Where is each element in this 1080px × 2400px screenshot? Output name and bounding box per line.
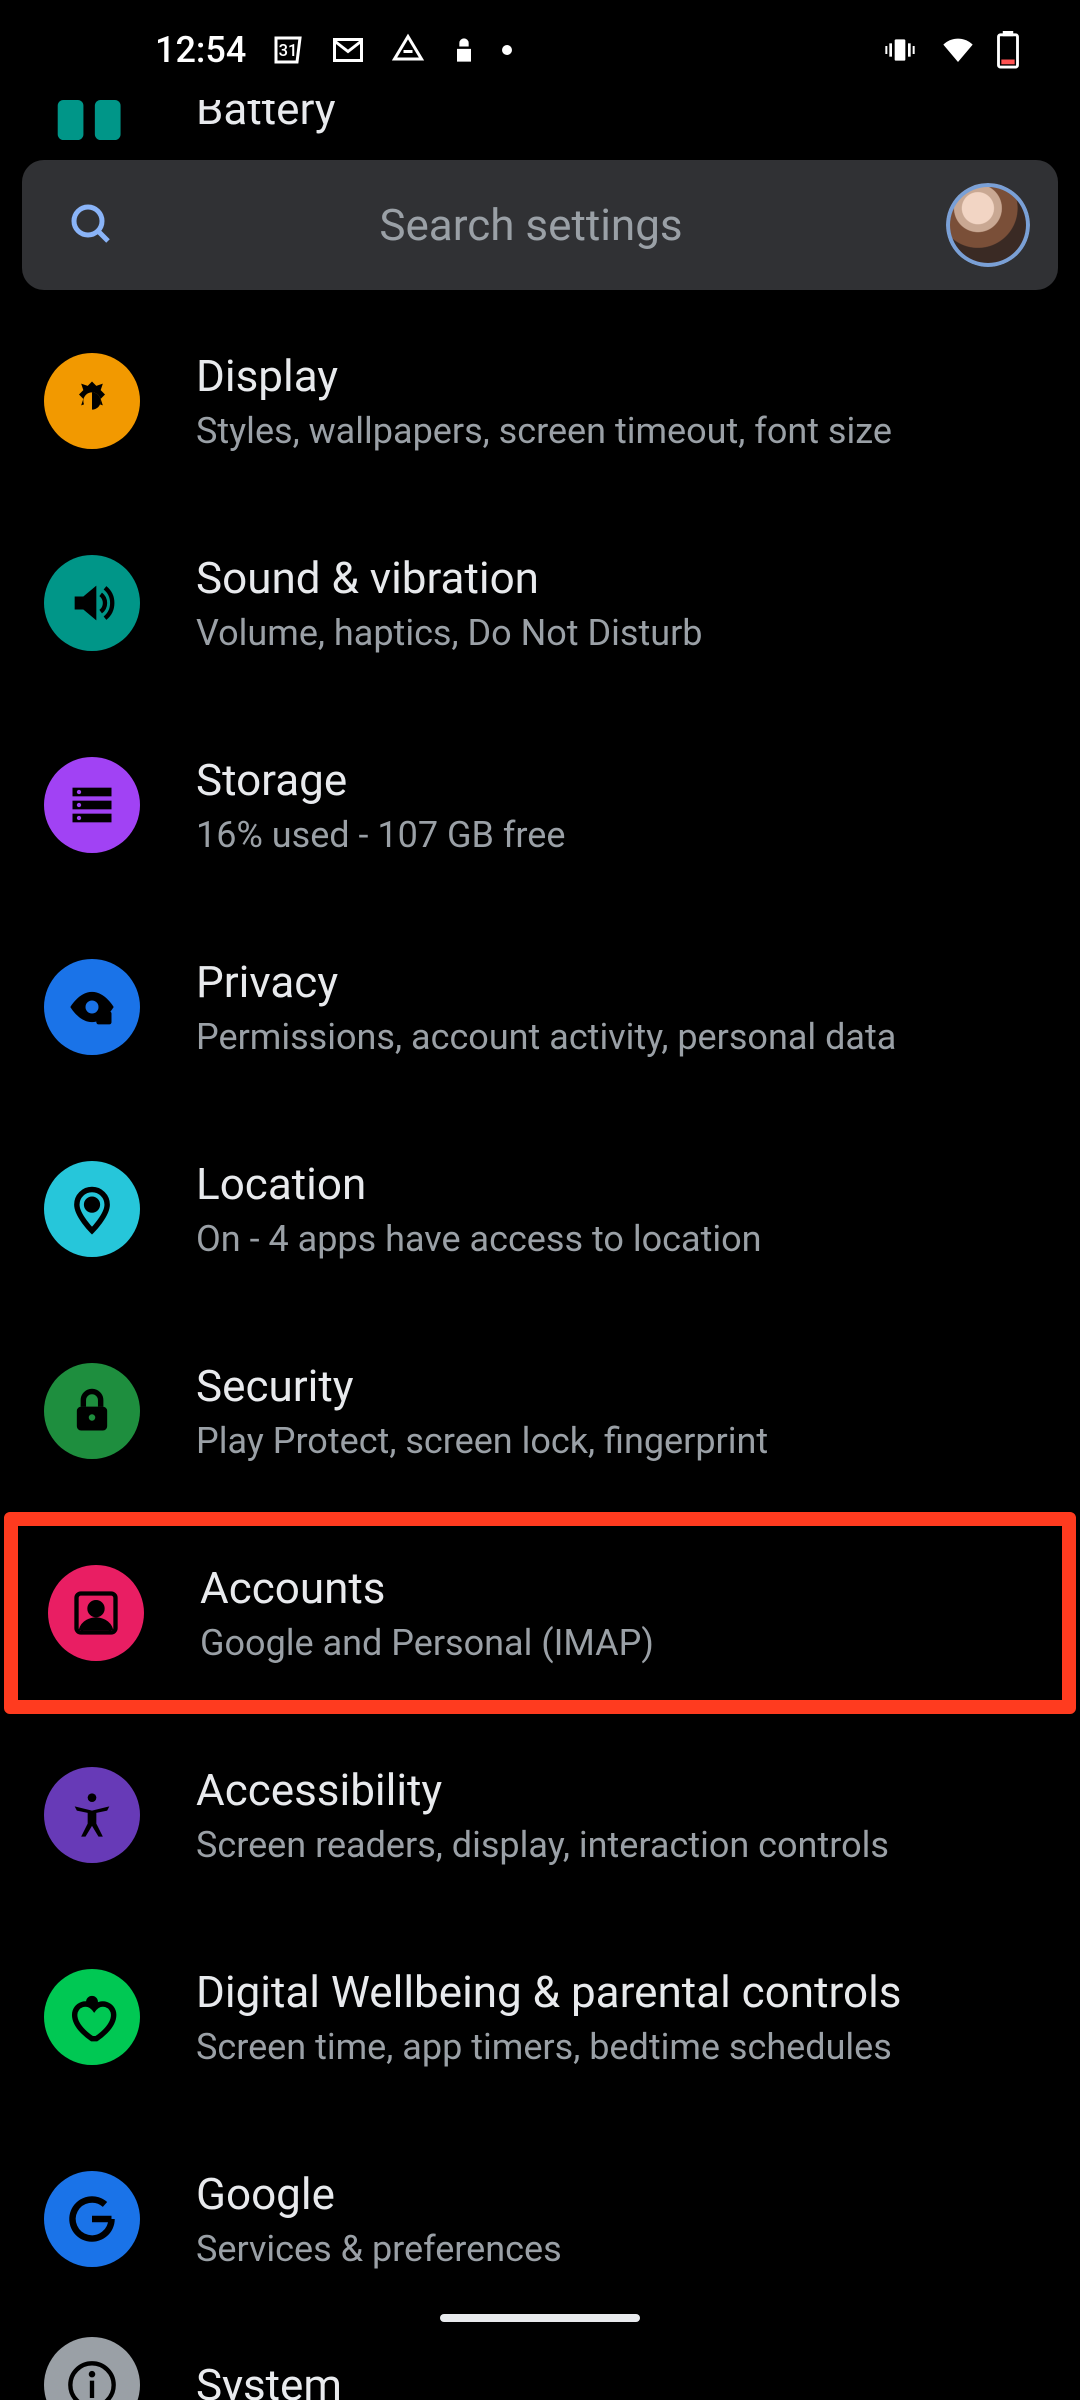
item-title: System [196, 2359, 342, 2400]
item-title: Security [196, 1360, 768, 1412]
settings-item-system[interactable]: System [0, 2320, 1080, 2400]
settings-item-location[interactable]: Location On - 4 apps have access to loca… [0, 1108, 1080, 1310]
lock-icon [44, 1363, 140, 1459]
nav-home-indicator[interactable] [440, 2314, 640, 2322]
item-title: Google [196, 2168, 562, 2220]
privacy-icon [44, 959, 140, 1055]
battery-icon [996, 31, 1020, 69]
item-subtitle: Permissions, account activity, personal … [196, 1016, 896, 1058]
info-icon [44, 2337, 140, 2400]
location-icon [44, 1161, 140, 1257]
wifi-icon [938, 34, 978, 66]
profile-avatar[interactable] [946, 183, 1030, 267]
account-icon [48, 1565, 144, 1661]
item-subtitle: Screen time, app timers, bedtime schedul… [196, 2026, 901, 2068]
settings-item-google[interactable]: Google Services & preferences [0, 2118, 1080, 2320]
sound-icon [44, 555, 140, 651]
settings-item-privacy[interactable]: Privacy Permissions, account activity, p… [0, 906, 1080, 1108]
storage-icon [44, 757, 140, 853]
item-subtitle: Styles, wallpapers, screen timeout, font… [196, 410, 892, 452]
item-subtitle: Volume, haptics, Do Not Disturb [196, 612, 703, 654]
search-bar[interactable]: Search settings [22, 160, 1058, 290]
status-time: 12:54 [155, 29, 246, 71]
settings-item-security[interactable]: Security Play Protect, screen lock, fing… [0, 1310, 1080, 1512]
item-subtitle: Screen readers, display, interaction con… [196, 1824, 889, 1866]
battery-title: Battery [196, 100, 336, 135]
settings-item-wellbeing[interactable]: Digital Wellbeing & parental controls Sc… [0, 1916, 1080, 2118]
item-subtitle: Google and Personal (IMAP) [200, 1622, 654, 1664]
item-title: Accessibility [196, 1764, 889, 1816]
display-icon [44, 353, 140, 449]
item-subtitle: On - 4 apps have access to location [196, 1218, 762, 1260]
settings-item-display[interactable]: Display Styles, wallpapers, screen timeo… [0, 300, 1080, 502]
item-title: Privacy [196, 956, 896, 1008]
vibrate-icon [880, 34, 920, 66]
search-icon [68, 201, 116, 249]
item-title: Accounts [200, 1562, 654, 1614]
more-notifications-icon [502, 45, 512, 55]
gmail-icon [330, 32, 366, 68]
status-bar: 12:54 31 [0, 0, 1080, 100]
accessibility-icon [44, 1767, 140, 1863]
item-title: Storage [196, 754, 565, 806]
settings-item-accounts[interactable]: Accounts Google and Personal (IMAP) [4, 1512, 1076, 1714]
wellbeing-icon [44, 1969, 140, 2065]
settings-item-storage[interactable]: Storage 16% used - 107 GB free [0, 704, 1080, 906]
settings-list: Display Styles, wallpapers, screen timeo… [0, 300, 1080, 2400]
google-icon [44, 2171, 140, 2267]
vpn-key-icon [450, 32, 478, 68]
item-title: Display [196, 350, 892, 402]
item-title: Digital Wellbeing & parental controls [196, 1966, 901, 2018]
item-title: Sound & vibration [196, 552, 703, 604]
settings-item-sound[interactable]: Sound & vibration Volume, haptics, Do No… [0, 502, 1080, 704]
search-placeholder: Search settings [116, 199, 946, 251]
calendar-icon: 31 [270, 32, 306, 68]
drive-icon [390, 32, 426, 68]
status-left: 12:54 31 [155, 29, 512, 71]
status-right [880, 31, 1020, 69]
settings-item-accessibility[interactable]: Accessibility Screen readers, display, i… [0, 1714, 1080, 1916]
item-subtitle: Services & preferences [196, 2228, 562, 2270]
item-subtitle: 16% used - 107 GB free [196, 814, 565, 856]
svg-text:31: 31 [279, 42, 298, 61]
item-title: Location [196, 1158, 762, 1210]
item-subtitle: Play Protect, screen lock, fingerprint [196, 1420, 768, 1462]
